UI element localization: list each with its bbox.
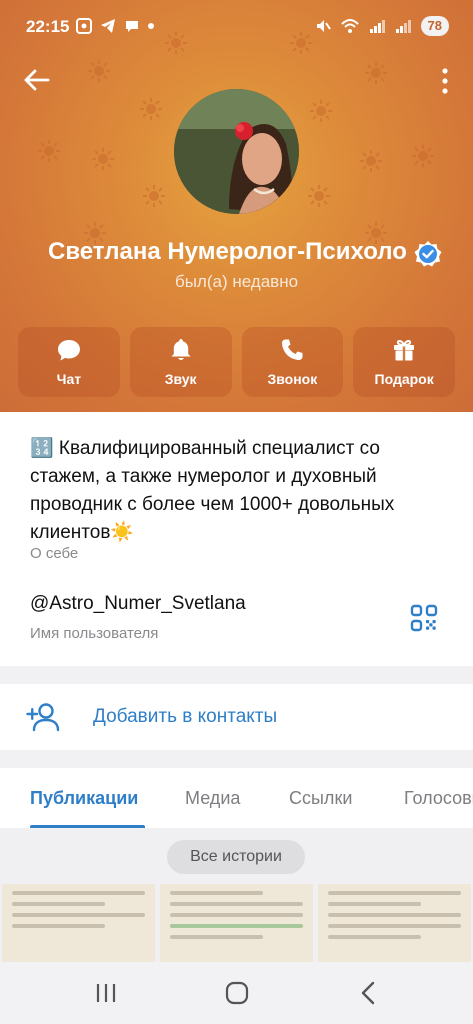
stories-section: Все истории: [0, 828, 473, 962]
story-thumbnail[interactable]: [318, 884, 471, 962]
phone-icon: [282, 339, 303, 360]
signal-icon: [395, 20, 411, 33]
sun-pattern-icon: [92, 148, 114, 170]
avatar-photo: [174, 89, 299, 214]
sun-pattern-icon: [308, 185, 330, 207]
username-text[interactable]: @Astro_Numer_Svetlana: [30, 593, 246, 615]
battery-indicator: 78: [420, 16, 449, 36]
bio-label: О себе: [30, 545, 79, 562]
back-arrow-icon[interactable]: [22, 66, 50, 94]
chat-icon: [57, 340, 80, 361]
story-thumbnail[interactable]: [2, 884, 155, 962]
telegram-icon: [101, 19, 115, 33]
call-button[interactable]: Звонок: [241, 327, 344, 397]
tab-voice[interactable]: Голосовые: [404, 788, 473, 809]
chat-button-label: Чат: [56, 371, 82, 387]
home-icon[interactable]: [223, 980, 251, 1006]
profile-actions: Чат Звук Звонок Подарок: [18, 327, 455, 397]
verified-badge-icon[interactable]: [414, 240, 442, 268]
tab-media[interactable]: Медиа: [185, 788, 240, 809]
call-button-label: Звонок: [267, 371, 318, 387]
more-menu-icon[interactable]: [441, 68, 449, 94]
status-bar: 22:15 78: [0, 0, 473, 56]
mute-icon: [316, 20, 331, 32]
tab-posts[interactable]: Публикации: [30, 788, 138, 809]
signal-icon: [369, 20, 385, 33]
gift-button-label: Подарок: [374, 371, 434, 387]
sun-pattern-icon: [412, 145, 434, 167]
add-contact-button[interactable]: Добавить в контакты: [0, 684, 473, 750]
sound-button[interactable]: Звук: [129, 327, 232, 397]
sun-pattern-icon: [140, 98, 162, 120]
recent-apps-icon[interactable]: [92, 980, 120, 1006]
sound-button-label: Звук: [164, 371, 197, 387]
bell-icon: [171, 339, 191, 360]
screenshot-icon: [76, 18, 92, 34]
back-nav-icon[interactable]: [355, 980, 383, 1006]
status-time: 22:15: [26, 17, 70, 36]
profile-info-card: 🔢 Квалифицированный специалист со стажем…: [0, 412, 473, 666]
last-seen-status: был(а) недавно: [174, 272, 299, 291]
all-stories-button[interactable]: Все истории: [167, 840, 305, 874]
username-label: Имя пользователя: [30, 625, 159, 642]
wifi-icon: [340, 19, 359, 33]
gift-icon: [394, 339, 415, 361]
sun-pattern-icon: [310, 100, 332, 122]
sun-pattern-icon: [365, 62, 387, 84]
sun-pattern-icon: [360, 150, 382, 172]
sun-pattern-icon: [38, 140, 60, 162]
qr-code-icon[interactable]: [410, 604, 438, 632]
story-thumbnail[interactable]: [160, 884, 313, 962]
profile-header: 22:15 78 Светлана Нумеролог-Психолог был…: [0, 0, 473, 412]
add-contact-label: Добавить в контакты: [93, 706, 278, 727]
gift-button[interactable]: Подарок: [353, 327, 455, 397]
bio-text: 🔢 Квалифицированный специалист со стажем…: [30, 438, 395, 543]
sun-pattern-icon: [88, 60, 110, 82]
profile-name: Светлана Нумеролог-Психолог: [48, 238, 408, 265]
tab-links[interactable]: Ссылки: [289, 788, 352, 809]
add-user-icon: [26, 703, 60, 732]
system-navigation-bar: [0, 962, 473, 1024]
notification-dot-icon: [148, 23, 154, 29]
avatar[interactable]: [174, 89, 299, 214]
sun-pattern-icon: [143, 185, 165, 207]
media-tabs: Публикации Медиа Ссылки Голосовые: [0, 768, 473, 828]
message-icon: [126, 21, 138, 32]
chat-button[interactable]: Чат: [18, 327, 120, 397]
